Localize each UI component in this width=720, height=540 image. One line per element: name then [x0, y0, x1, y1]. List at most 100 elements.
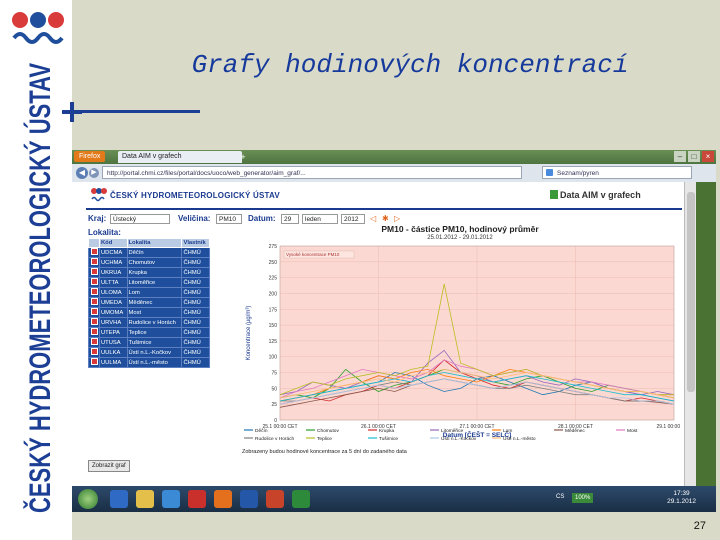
- table-row[interactable]: ULTTA Litoměřice ČHMÚ: [88, 277, 210, 288]
- clock[interactable]: 17:39 29.1.2012: [667, 490, 696, 506]
- chart-title: PM10 - částice PM10, hodinový průměr: [381, 224, 539, 234]
- table-row[interactable]: UULMA Ústí n.L.-město ČHMÚ: [88, 357, 210, 368]
- velicina-label: Veličina:: [178, 214, 211, 223]
- station-checkbox[interactable]: [88, 317, 100, 328]
- station-code: UTEPA: [99, 327, 128, 338]
- chart-area: 0 25 50 75 100 125 150 175 200 225 250 275 25.1 00:0…: [240, 224, 680, 484]
- next-day-icon[interactable]: ▷: [394, 214, 400, 223]
- table-row[interactable]: UCHMA Chomutov ČHMÚ: [88, 257, 210, 268]
- station-owner: ČHMÚ: [181, 287, 210, 298]
- station-checkbox[interactable]: [88, 267, 100, 278]
- station-checkbox[interactable]: [88, 297, 100, 308]
- legend-label: Teplice: [317, 436, 332, 442]
- battery-indicator[interactable]: 100%: [572, 493, 594, 503]
- station-checkbox[interactable]: [88, 357, 100, 368]
- browser-screenshot: Firefox Data AIM v grafech + – □ × ◀ ▶ h…: [72, 150, 716, 512]
- scrollbar-thumb[interactable]: [687, 192, 695, 392]
- x-tick-label: 27.1 00:00 CET: [459, 424, 494, 430]
- legend-label: Most: [627, 428, 638, 434]
- station-checkbox[interactable]: [88, 257, 100, 268]
- back-icon[interactable]: ◀: [76, 167, 88, 179]
- y-tick-label: 100: [269, 355, 278, 361]
- slide-title: Grafy hodinových koncentrací: [191, 50, 629, 80]
- year-select[interactable]: 2012: [341, 214, 365, 224]
- station-name: Děčín: [126, 247, 183, 258]
- forward-icon[interactable]: ▶: [89, 168, 99, 178]
- calendar-icon[interactable]: ✱: [382, 214, 389, 223]
- close-icon[interactable]: ×: [702, 151, 714, 162]
- plus-mark: [62, 102, 82, 122]
- table-row[interactable]: UMEDA Měděnec ČHMÚ: [88, 297, 210, 308]
- velicina-select[interactable]: PM10: [216, 214, 242, 224]
- show-chart-button[interactable]: Zobrazit graf: [88, 460, 130, 472]
- table-row[interactable]: UULKA Ústí n.L.-Kočkov ČHMÚ: [88, 347, 210, 358]
- station-checkbox[interactable]: [88, 337, 100, 348]
- table-row[interactable]: UMOMA Most ČHMÚ: [88, 307, 210, 318]
- station-owner: ČHMÚ: [181, 317, 210, 328]
- minimize-icon[interactable]: –: [674, 151, 686, 162]
- aim-app-icon: [550, 190, 558, 199]
- y-tick-label: 225: [269, 276, 278, 282]
- lokalita-label: Lokalita:: [88, 228, 121, 237]
- kraj-label: Kraj:: [88, 214, 107, 223]
- station-checkbox[interactable]: [88, 277, 100, 288]
- prev-day-icon[interactable]: ◁: [370, 214, 376, 223]
- station-code: UDCMA: [99, 247, 128, 258]
- slide-side-band: ČESKÝ HYDROMETEOROLOGICKÝ ÚSTAV: [0, 0, 72, 540]
- station-owner: ČHMÚ: [181, 297, 210, 308]
- new-tab-icon[interactable]: +: [238, 151, 248, 163]
- y-tick-label: 25: [271, 402, 277, 408]
- station-code: UCHMA: [99, 257, 128, 268]
- station-checkbox[interactable]: [88, 287, 100, 298]
- table-row[interactable]: UKRUA Krupka ČHMÚ: [88, 267, 210, 278]
- media-icon[interactable]: [162, 490, 180, 508]
- table-row[interactable]: URVHA Rudolice v Horách ČHMÚ: [88, 317, 210, 328]
- legend-label: Děčín: [255, 428, 268, 434]
- table-row[interactable]: UTUSA Tušimice ČHMÚ: [88, 337, 210, 348]
- station-checkbox[interactable]: [88, 347, 100, 358]
- x-tick-label: 25.1 00:00 CET: [262, 424, 297, 430]
- windows-taskbar: CS 100% 17:39 29.1.2012: [72, 486, 716, 512]
- word-icon[interactable]: [240, 490, 258, 508]
- table-row[interactable]: UDCMA Děčín ČHMÚ: [88, 247, 210, 258]
- ie-icon[interactable]: [110, 490, 128, 508]
- y-tick-label: 175: [269, 307, 278, 313]
- station-code: UMEDA: [99, 297, 128, 308]
- acrobat-icon[interactable]: [188, 490, 206, 508]
- firefox-menu-button[interactable]: Firefox: [74, 151, 106, 162]
- legend-label: Rudolice v Horách: [255, 436, 295, 442]
- chart-subtitle: 25.01.2012 - 29.01.2012: [427, 235, 493, 241]
- powerpoint-icon[interactable]: [266, 490, 284, 508]
- maximize-icon[interactable]: □: [688, 151, 700, 162]
- url-bar[interactable]: http://portal.chmi.cz/files/portal/docs/…: [102, 166, 522, 179]
- station-checkbox[interactable]: [88, 327, 100, 338]
- explorer-icon[interactable]: [136, 490, 154, 508]
- search-input[interactable]: Seznam/pyren: [542, 166, 692, 179]
- station-table: Kód Lokalita Vlastník UDCMA Děčín ČHMÚ UCHM…: [88, 238, 210, 368]
- station-owner: ČHMÚ: [181, 357, 210, 368]
- station-name: Ústí n.L.-Kočkov: [126, 347, 183, 358]
- table-header: Kód: [99, 238, 128, 248]
- station-code: UTUSA: [99, 337, 128, 348]
- header-divider: [86, 208, 682, 210]
- browser-tab[interactable]: Data AIM v grafech: [118, 151, 242, 163]
- station-checkbox[interactable]: [88, 307, 100, 318]
- legend-label: Lom: [503, 428, 512, 434]
- y-tick-label: 200: [269, 291, 278, 297]
- y-tick-label: 75: [271, 371, 277, 377]
- firefox-icon[interactable]: [214, 490, 232, 508]
- month-select[interactable]: leden: [302, 214, 338, 224]
- day-select[interactable]: 29: [281, 214, 299, 224]
- language-indicator[interactable]: CS: [556, 494, 564, 500]
- vertical-org-text: ČESKÝ HYDROMETEOROLOGICKÝ ÚSTAV: [23, 63, 57, 513]
- table-row[interactable]: UTEPA Teplice ČHMÚ: [88, 327, 210, 338]
- station-checkbox[interactable]: [88, 247, 100, 258]
- excel-icon[interactable]: [292, 490, 310, 508]
- start-button-icon[interactable]: [78, 489, 98, 509]
- chart-annotation: Vysoké koncentrace PM10: [286, 252, 340, 257]
- station-owner: ČHMÚ: [181, 307, 210, 318]
- table-row[interactable]: ULOMA Lom ČHMÚ: [88, 287, 210, 298]
- y-axis-label: Koncentrace (µg/m³): [246, 306, 252, 361]
- kraj-select[interactable]: Ústecký: [110, 214, 170, 224]
- station-name: Litoměřice: [126, 277, 183, 288]
